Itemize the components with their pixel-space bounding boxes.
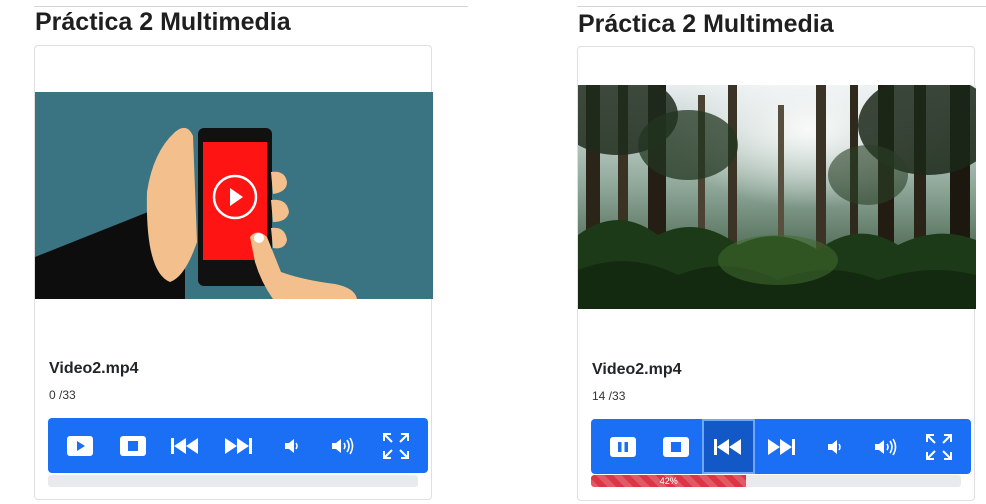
fast-forward-button[interactable] [755, 419, 808, 474]
fast-forward-button[interactable] [212, 418, 265, 473]
controls-bar [591, 419, 971, 474]
volume-up-icon [875, 438, 897, 455]
volume-up-button[interactable] [860, 419, 913, 474]
top-divider [577, 6, 986, 7]
player-card: Video2.mp4 0 /33 [34, 45, 433, 500]
video-filename: Video2.mp4 [592, 361, 682, 378]
player-card: Video2.mp4 14 /33 42% [577, 46, 976, 501]
stop-button[interactable] [650, 419, 703, 474]
fullscreen-icon [925, 433, 952, 460]
fast-forward-icon [225, 437, 253, 454]
top-divider [34, 6, 468, 7]
right-player-panel: Práctica 2 Multimedia Video2.mp4 14 /33 … [577, 0, 986, 504]
rewind-icon [714, 438, 742, 455]
play-icon [67, 435, 94, 456]
stop-button[interactable] [107, 418, 160, 473]
stop-icon [662, 436, 689, 457]
page-title: Práctica 2 Multimedia [35, 8, 291, 36]
stop-icon [119, 435, 146, 456]
play-button[interactable] [54, 418, 107, 473]
volume-up-button[interactable] [317, 418, 370, 473]
time-readout: 0 /33 [49, 388, 76, 402]
fullscreen-button[interactable] [912, 419, 965, 474]
volume-up-icon [332, 437, 354, 454]
left-player-panel: Práctica 2 Multimedia Video2.mp4 0 /33 [34, 0, 474, 504]
time-readout: 14 /33 [592, 389, 626, 403]
rewind-button[interactable] [702, 419, 755, 474]
fast-forward-icon [768, 438, 796, 455]
video-frame[interactable] [35, 92, 433, 299]
video-thumbnail-phone [35, 92, 433, 299]
volume-down-button[interactable] [264, 418, 317, 473]
progress-fill: 42% [591, 475, 747, 487]
fullscreen-icon [382, 432, 409, 459]
volume-down-icon [284, 438, 298, 453]
rewind-icon [171, 437, 199, 454]
video-frame-forest [578, 85, 976, 309]
fullscreen-button[interactable] [369, 418, 422, 473]
volume-down-icon [827, 439, 841, 454]
pause-icon [610, 436, 637, 457]
controls-bar [48, 418, 428, 473]
video-filename: Video2.mp4 [49, 360, 139, 377]
rewind-button[interactable] [159, 418, 212, 473]
volume-down-button[interactable] [807, 419, 860, 474]
progress-bar[interactable] [48, 475, 418, 487]
page-title: Práctica 2 Multimedia [578, 10, 834, 38]
pause-button[interactable] [597, 419, 650, 474]
video-frame[interactable] [578, 85, 976, 309]
progress-bar[interactable]: 42% [591, 475, 961, 487]
